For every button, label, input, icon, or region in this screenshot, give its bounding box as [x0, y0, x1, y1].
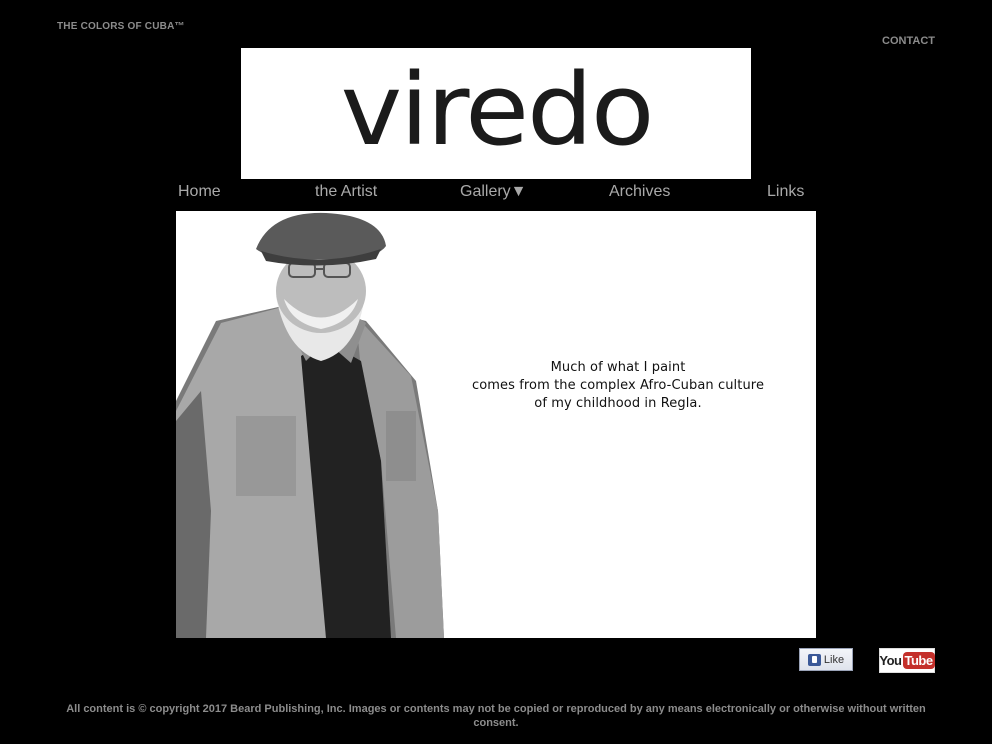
like-label: Like	[823, 653, 845, 666]
youtube-logo-tube: Tube	[902, 652, 935, 669]
facebook-like-button[interactable]: Like	[799, 648, 853, 671]
quote-line-1: Much of what I paint	[550, 360, 686, 375]
logo-text: viredo	[340, 53, 654, 168]
quote-line-2: comes from the complex Afro-Cuban cultur…	[471, 378, 765, 393]
youtube-button[interactable]: You Tube	[879, 648, 935, 673]
contact-link[interactable]: CONTACT	[882, 35, 935, 47]
main-nav: Home the Artist Gallery▼ Archives Links	[176, 183, 816, 205]
thumbs-up-icon	[807, 653, 821, 666]
site-tagline: THE COLORS OF CUBA™	[57, 21, 185, 32]
quote-line-3: of my childhood in Regla.	[534, 396, 702, 411]
artist-portrait-image	[176, 212, 444, 638]
hero-banner: Much of what I paint comes from the comp…	[176, 211, 816, 638]
site-logo[interactable]: viredo	[241, 48, 751, 179]
copyright-footer: All content is © copyright 2017 Beard Pu…	[66, 703, 926, 729]
nav-links[interactable]: Links	[767, 183, 804, 201]
nav-home[interactable]: Home	[178, 183, 221, 201]
artist-quote: Much of what I paint comes from the comp…	[458, 359, 778, 413]
nav-archives[interactable]: Archives	[609, 183, 670, 201]
nav-gallery-dropdown[interactable]: Gallery▼	[460, 183, 527, 201]
youtube-logo-you: You	[879, 653, 902, 668]
nav-the-artist[interactable]: the Artist	[315, 183, 377, 201]
